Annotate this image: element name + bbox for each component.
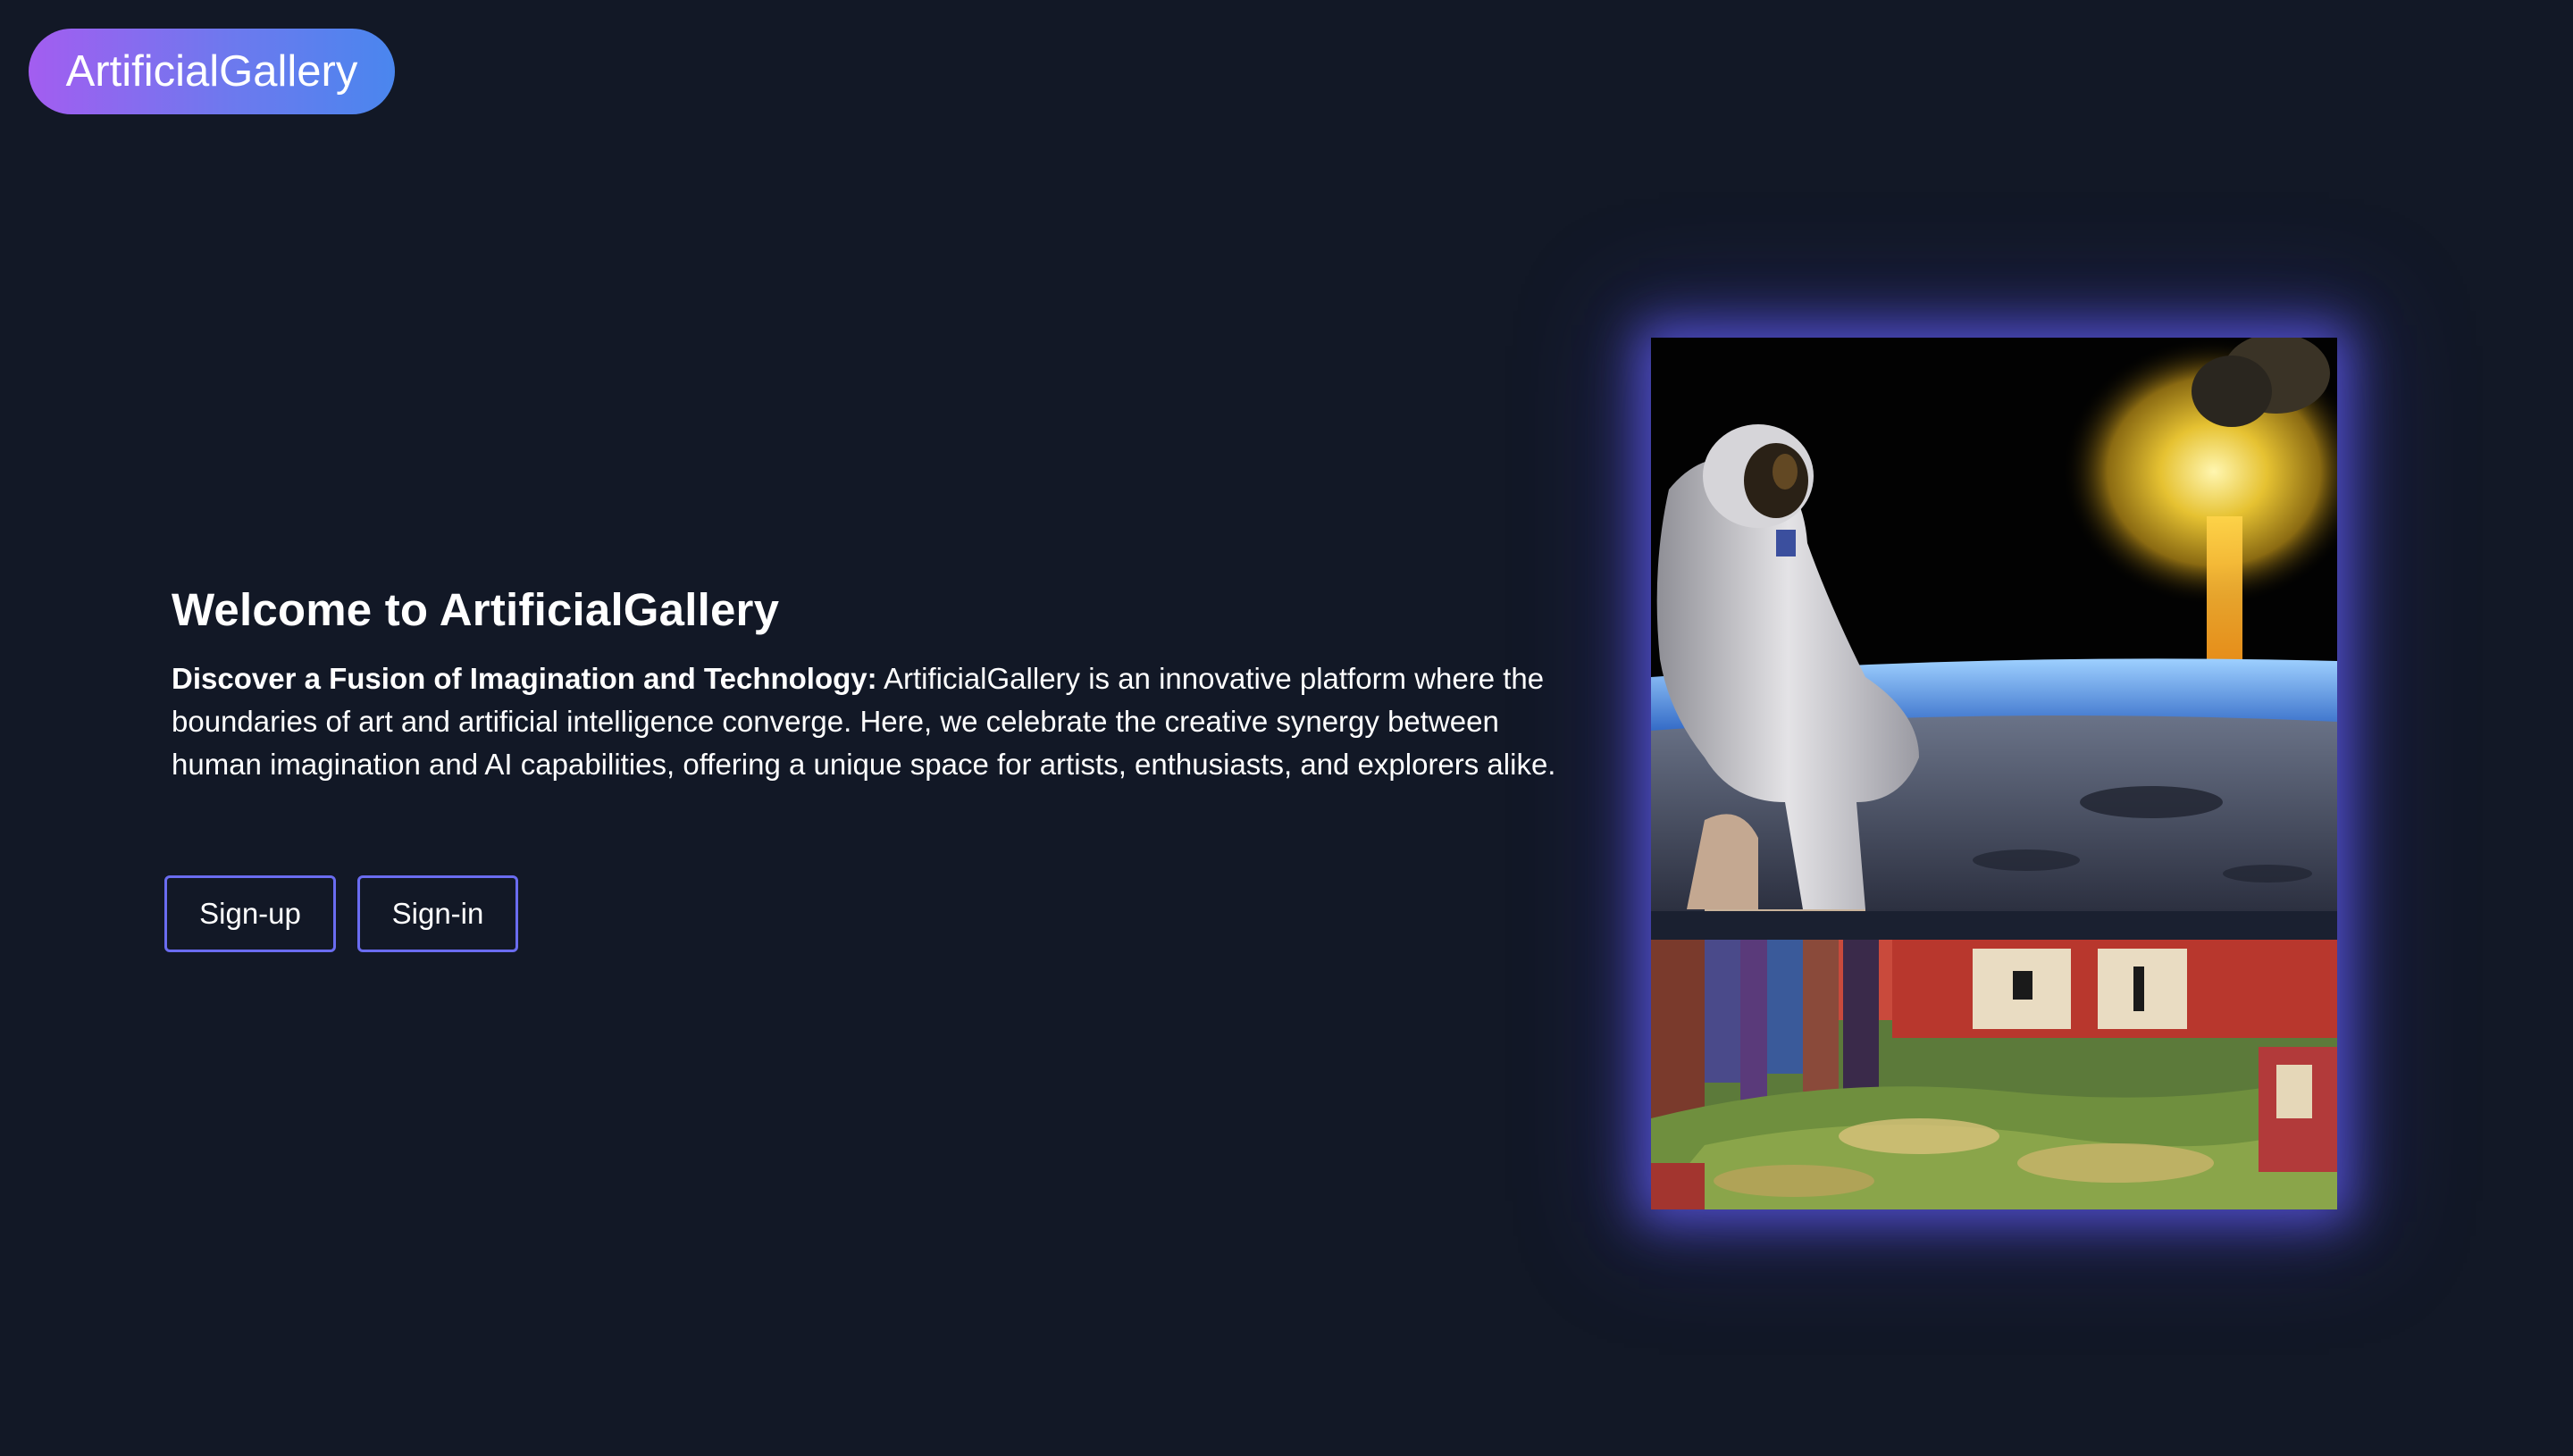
- hero-title: Welcome to ArtificialGallery: [172, 584, 780, 635]
- hero-section: Welcome to ArtificialGallery Discover a …: [172, 579, 1583, 786]
- astronaut-on-moon-image[interactable]: [1651, 338, 2337, 911]
- hero-lead: Discover a Fusion of Imagination and Tec…: [172, 662, 877, 695]
- signup-button[interactable]: Sign-up: [164, 875, 336, 952]
- japanese-market-painting-image[interactable]: [1651, 940, 2337, 1209]
- auth-actions: Sign-up Sign-in: [164, 875, 518, 952]
- gallery-preview: [1651, 338, 2337, 1209]
- market-artwork: [1651, 940, 2337, 1209]
- hero-description: Discover a Fusion of Imagination and Tec…: [172, 657, 1570, 786]
- astronaut-artwork: [1651, 338, 2337, 911]
- brand-logo[interactable]: ArtificialGallery: [29, 29, 395, 114]
- signin-button[interactable]: Sign-in: [357, 875, 518, 952]
